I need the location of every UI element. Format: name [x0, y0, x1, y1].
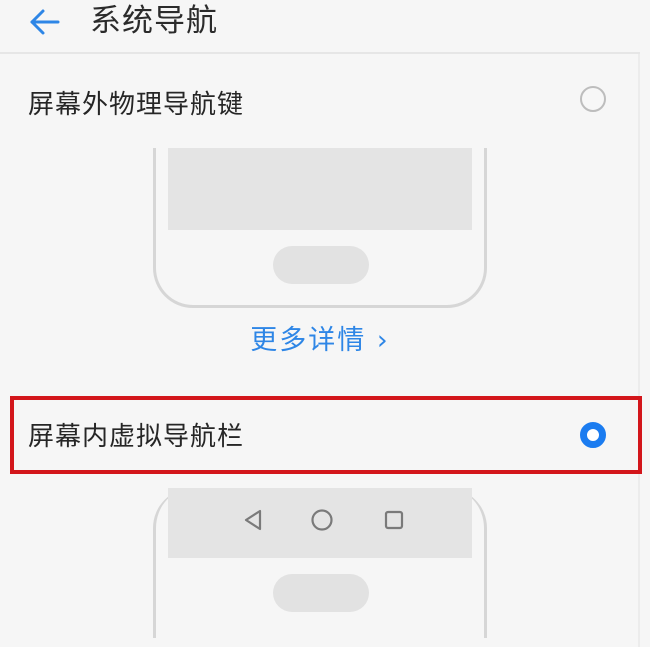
home-key-pill — [273, 246, 369, 284]
arrow-left-icon — [30, 9, 60, 35]
screen: 系统导航 屏幕外物理导航键 更多详情 › 屏幕内虚拟导航栏 — [0, 0, 650, 647]
virtual-nav-keys — [168, 488, 472, 552]
back-button[interactable] — [26, 2, 66, 42]
phone-screen-area — [168, 148, 472, 230]
option-physical-nav-keys[interactable]: 屏幕外物理导航键 — [0, 66, 640, 136]
page-title: 系统导航 — [90, 3, 218, 39]
home-key-pill — [273, 574, 369, 612]
highlight-box — [10, 396, 642, 474]
recent-key[interactable] — [380, 506, 408, 534]
radio-physical-nav-keys[interactable] — [580, 86, 606, 112]
back-key[interactable] — [240, 506, 268, 534]
recent-square-icon — [384, 510, 404, 530]
option-label: 屏幕外物理导航键 — [28, 90, 245, 120]
app-header: 系统导航 — [0, 0, 640, 54]
phone-illustration-physical — [153, 148, 487, 308]
more-details-link[interactable]: 更多详情 › — [0, 318, 640, 357]
virtual-nav-bar-area — [168, 488, 472, 558]
phone-illustration-virtual — [153, 488, 487, 638]
home-circle-icon — [311, 509, 333, 531]
back-triangle-icon — [244, 509, 262, 531]
home-key[interactable] — [308, 506, 336, 534]
